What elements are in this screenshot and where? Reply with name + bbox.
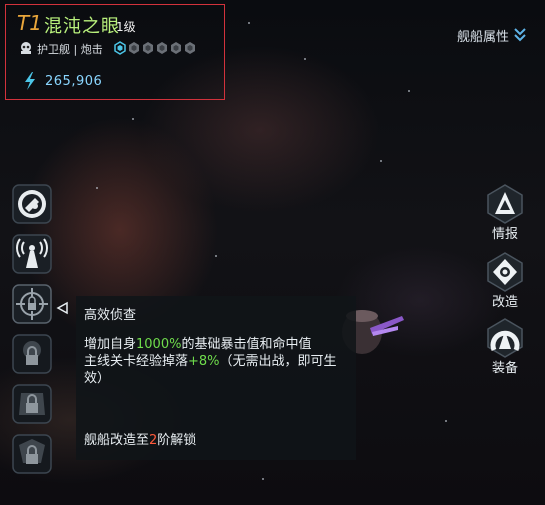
tooltip-unlock-condition: 舰船改造至2阶解锁	[84, 429, 196, 448]
nav-intel-button[interactable]: 情报	[483, 182, 527, 242]
tooltip-title: 高效侦查	[84, 308, 137, 323]
lock-icon	[12, 384, 52, 424]
equipment-icon	[487, 318, 523, 358]
missile-icon	[12, 184, 52, 224]
tooltip-line-2: 主线关卡经验掉落+8%（无需出战，即可生效）	[84, 353, 354, 387]
tooltip-description: 增加自身1000%的基础暴击值和命中值 主线关卡经验掉落+8%（无需出战，即可生…	[84, 336, 354, 387]
ship-attributes-label: 舰船属性	[456, 29, 509, 45]
background-star	[445, 420, 447, 422]
background-star	[380, 160, 382, 162]
skill-scope[interactable]	[11, 283, 53, 325]
unlock-prefix: 舰船改造至	[84, 433, 150, 448]
tooltip-line-1-prefix: 增加自身	[84, 337, 137, 352]
lightning-icon	[25, 72, 35, 90]
rank-star-empty	[157, 42, 167, 54]
background-star	[262, 478, 264, 480]
background-star	[96, 187, 98, 189]
tooltip-line-1-value: 1000%	[136, 337, 182, 352]
modify-icon	[487, 252, 523, 292]
crosshair-icon	[12, 284, 52, 324]
ship-name: 混沌之眼	[44, 16, 120, 37]
skill-locked-3[interactable]	[11, 433, 53, 475]
skill-locked-1[interactable]	[11, 333, 53, 375]
nav-intel-label: 情报	[491, 227, 518, 242]
rank-star-empty	[129, 42, 139, 54]
background-star	[132, 118, 134, 120]
skill-locked-2[interactable]	[11, 383, 53, 425]
ship-level: 1级	[116, 20, 136, 34]
background-star	[215, 255, 217, 257]
ship-attributes-button[interactable]: 舰船属性	[457, 25, 527, 45]
background-star	[408, 90, 410, 92]
rank-stars	[114, 41, 196, 55]
nav-equipment-button[interactable]: 装备	[483, 316, 527, 376]
nav-modify-label: 改造	[491, 295, 518, 310]
tooltip-pointer-icon	[56, 301, 68, 315]
skill-missile[interactable]	[11, 183, 53, 225]
combat-power: 265,906	[45, 74, 103, 89]
rank-star-empty	[171, 42, 181, 54]
ship-header: T1 混沌之眼 1级 护卫舰 | 炮击 265,906	[5, 4, 225, 100]
tooltip-line-1-suffix: 的基础暴击值和命中值	[181, 337, 312, 352]
nav-equipment-label: 装备	[491, 361, 518, 376]
tooltip-line-1: 增加自身1000%的基础暴击值和命中值	[84, 336, 354, 353]
rank-star-empty	[185, 42, 195, 54]
rank-star-empty	[143, 42, 153, 54]
tooltip-line-2-value: +8%	[188, 354, 220, 369]
skill-tooltip: 高效侦查 增加自身1000%的基础暴击值和命中值 主线关卡经验掉落+8%（无需出…	[76, 296, 356, 460]
ship-class-icon	[21, 42, 31, 54]
chevron-down-icon	[514, 28, 526, 42]
rank-star-filled	[114, 41, 126, 55]
ship-class: 护卫舰 | 炮击	[37, 43, 103, 56]
ship-tier: T1	[17, 11, 42, 35]
lock-icon	[12, 434, 52, 474]
background-star	[248, 22, 250, 24]
skill-radar[interactable]	[11, 233, 53, 275]
tooltip-line-2-prefix: 主线关卡经验掉落	[84, 354, 189, 369]
lock-icon	[12, 334, 52, 374]
radar-tower-icon	[12, 234, 52, 274]
nav-modify-button[interactable]: 改造	[483, 250, 527, 310]
background-star	[304, 58, 306, 60]
unlock-suffix: 阶解锁	[157, 433, 197, 448]
intel-icon	[487, 184, 523, 224]
